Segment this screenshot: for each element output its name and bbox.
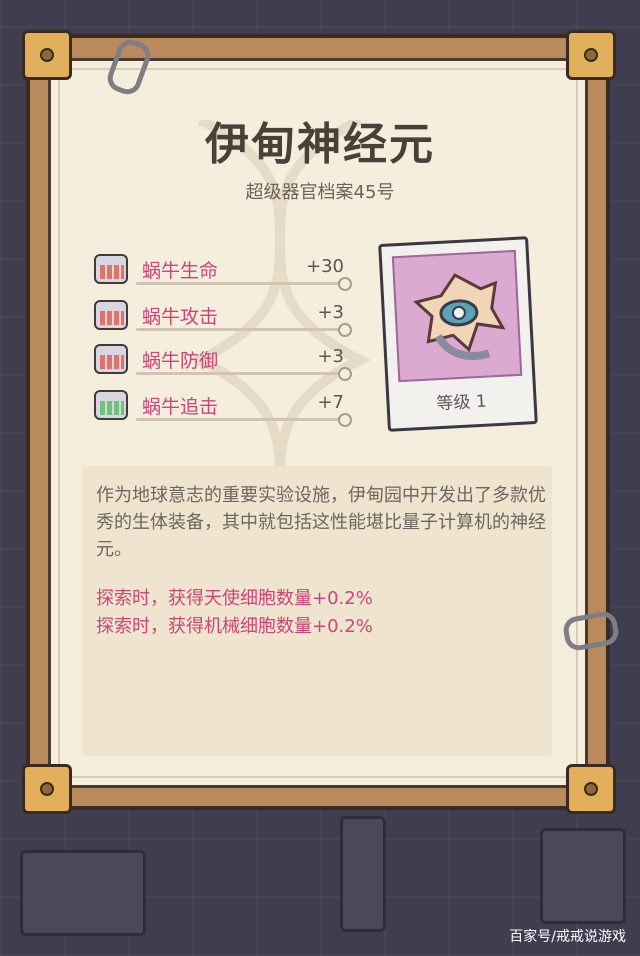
stat-row-attack: 蜗牛攻击 +3: [92, 298, 352, 338]
background-machine: [540, 828, 626, 924]
stat-name: 蜗牛防御: [142, 350, 219, 372]
stat-value: +3: [317, 302, 344, 323]
stat-row-pursuit: 蜗牛追击 +7: [92, 388, 352, 428]
source-watermark: 百家号/戒戒说游戏: [509, 929, 626, 945]
stat-row-health: 蜗牛生命 +30: [92, 252, 352, 292]
background-pipe: [340, 816, 386, 932]
item-title: 伊甸神经元: [205, 119, 435, 170]
corner-bracket-icon: [22, 30, 72, 80]
health-stat-icon: [94, 254, 128, 284]
stat-value: +30: [306, 256, 344, 277]
item-description: 作为地球意志的重要实验设施，伊甸园中开发出了多款优秀的生体装备，其中就包括这性能…: [96, 485, 546, 560]
neuron-device-icon: [391, 249, 523, 383]
stat-name: 蜗牛追击: [142, 396, 219, 418]
item-card[interactable]: 等级 1: [378, 236, 538, 432]
corner-bracket-icon: [22, 764, 72, 814]
item-grade: 等级 1: [435, 391, 488, 415]
pursuit-stat-icon: [94, 390, 128, 420]
stat-name: 蜗牛攻击: [142, 306, 219, 328]
item-subtitle: 超级器官档案45号: [245, 182, 395, 203]
background-machine: [20, 850, 146, 936]
corner-bracket-icon: [566, 764, 616, 814]
attack-stat-icon: [94, 300, 128, 330]
item-effect: 探索时，获得机械细胞数量+0.2%: [96, 616, 373, 637]
stat-row-defense: 蜗牛防御 +3: [92, 342, 352, 382]
stat-name: 蜗牛生命: [142, 260, 219, 282]
corner-bracket-icon: [566, 30, 616, 80]
defense-stat-icon: [94, 344, 128, 374]
stat-value: +7: [317, 392, 344, 413]
item-effect: 探索时，获得天使细胞数量+0.2%: [96, 588, 373, 609]
stat-value: +3: [317, 346, 344, 367]
